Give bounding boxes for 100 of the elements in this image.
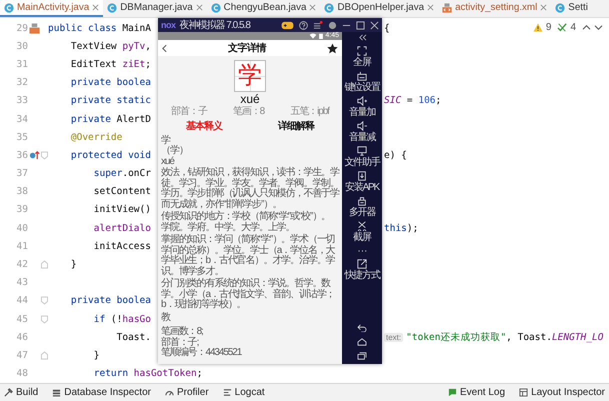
code-line: alertDialo [92, 222, 151, 234]
monitor-icon [356, 146, 367, 156]
fullscreen-icon [356, 46, 367, 56]
page-title: 文字详情 [228, 41, 266, 55]
layout-file-icon [442, 2, 452, 12]
tool-window-button[interactable]: Event Log [448, 387, 506, 398]
volume-up-icon [357, 96, 367, 106]
editor-tab[interactable]: MainActivity.java [0, 0, 104, 17]
sidebar-tool[interactable]: 全屏 [353, 46, 371, 68]
code-line: } [70, 259, 77, 270]
home-icon[interactable] [357, 338, 367, 346]
sidebar-tool[interactable]: 快捷方式 [344, 259, 380, 281]
sidebar-tool[interactable]: 安装APK [344, 171, 379, 193]
download-icon [356, 171, 367, 181]
fold-marker-icon[interactable] [41, 296, 48, 306]
maximize-icon[interactable] [356, 20, 365, 30]
code-line: } [92, 350, 100, 361]
definition-tab[interactable]: 详细解释 [278, 122, 314, 132]
code-line: protected void [70, 150, 151, 161]
scissors-icon [356, 221, 367, 231]
gamepad-icon[interactable] [281, 20, 294, 30]
line-number: 32 [16, 77, 28, 88]
fold-marker-icon[interactable] [41, 150, 48, 160]
sidebar-tool[interactable]: 多开器 [348, 196, 376, 218]
editor-tab[interactable]: DBManager.java [103, 0, 207, 17]
line-number: 39 [16, 204, 28, 216]
line-number: 41 [16, 240, 28, 252]
definition-paragraph: 传授知识的地方：学校（简称“学”或“校”）。学院。学府。中学。大学。上学。 [161, 212, 332, 233]
emulator-title: 夜神模拟器 7.0.5.8 [180, 18, 250, 32]
code-line: @Override [70, 132, 122, 143]
check-icon[interactable] [557, 23, 568, 32]
warning-icon[interactable] [532, 23, 543, 32]
tool-window-button[interactable]: Profiler [164, 387, 209, 398]
fold-marker-icon[interactable] [41, 314, 48, 324]
recent-apps-icon[interactable] [357, 352, 367, 360]
code-line: private AlertD [70, 114, 151, 125]
layout-inspector-icon [519, 388, 528, 398]
code-line: initAccess [92, 240, 151, 252]
database-icon [52, 388, 62, 398]
line-number: 45 [16, 314, 28, 325]
star-icon[interactable] [327, 42, 338, 54]
definition-tab[interactable]: 基本释义 [186, 122, 222, 132]
code-line: this); [384, 222, 418, 234]
record-icon[interactable] [328, 20, 337, 30]
line-number: 30 [16, 40, 28, 52]
pinyin: xué [240, 93, 260, 106]
code-line: private boolea [70, 295, 151, 306]
code-line: TextView pyTv, [70, 40, 151, 52]
line-number: 48 [16, 368, 28, 380]
editor-tab[interactable]: Setti [551, 0, 592, 17]
stroke-info: 笔顺编号：44345521 [161, 348, 243, 358]
line-number: 47 [16, 350, 28, 361]
sidebar-tool[interactable]: 音量减 [348, 121, 376, 143]
code-line: public class MainA [48, 22, 151, 34]
collapse-icon[interactable] [358, 34, 366, 41]
sidebar-tool[interactable]: 文件助手 [344, 146, 380, 168]
editor-tab[interactable]: activity_setting.xml [438, 0, 552, 17]
definition-line: xué [161, 156, 176, 166]
editor-tab[interactable]: ChengyuBean.java [206, 0, 320, 17]
back-icon[interactable] [162, 44, 167, 52]
up-chevron-icon[interactable] [582, 24, 591, 31]
character-info: 部首：子 [171, 107, 207, 118]
override-marker-icon[interactable] [29, 150, 40, 161]
class-file-icon [324, 2, 334, 12]
character-info: 五笔：ipbf [290, 107, 329, 118]
logcat-icon [222, 388, 232, 398]
fold-marker-icon[interactable] [41, 260, 48, 270]
line-number: 33 [16, 95, 28, 106]
layout-file-icon[interactable] [29, 22, 40, 34]
code-line: if (!hasGo [92, 314, 151, 325]
code-line: super.onCr [92, 168, 151, 180]
code-line: { [384, 22, 390, 34]
definition-paragraph: 效法，钻研知识，获得知识，读书：学生。学徒。学习。学业。学友。学者。学阀。学制。学历。学步邯郸（讥讽人只知模仿，不善于学而无成就，亦作“邯郸学步”）。 [161, 168, 339, 210]
profiler-icon [164, 388, 174, 398]
sidebar-tool[interactable]: 音量加 [348, 96, 376, 118]
tool-window-button[interactable]: Logcat [222, 387, 265, 398]
down-chevron-icon[interactable] [594, 24, 603, 31]
build-icon [4, 388, 13, 398]
help-icon[interactable] [299, 20, 308, 30]
sidebar-tool[interactable]: 键位设置 [344, 71, 380, 93]
code-line: EditText ziEt; [70, 58, 151, 70]
tool-window-button[interactable]: Database Inspector [52, 387, 151, 398]
editor-tab[interactable]: DBOpenHelper.java [320, 0, 438, 17]
class-file-icon [210, 2, 221, 12]
code-line: Toast. [116, 332, 151, 343]
event-log-icon [448, 388, 458, 398]
line-number: 42 [16, 259, 28, 270]
tool-window-button[interactable]: Layout Inspector [519, 387, 605, 398]
sidebar-tool[interactable]: 截屏 [353, 221, 371, 243]
close-icon[interactable] [370, 20, 379, 30]
external-link-icon [356, 259, 367, 269]
stroke-info: 笔画数：8; [161, 327, 204, 337]
menu-icon[interactable] [313, 20, 323, 30]
code-line: text: "token还未成功获取", Toast.LENGTH_LO [384, 330, 604, 344]
definition-line: 教 [161, 312, 172, 323]
definition-line: 学 [161, 136, 170, 146]
code-line: initView() [92, 204, 151, 216]
fold-marker-icon[interactable] [41, 350, 48, 360]
line-number: 31 [16, 58, 28, 70]
tool-window-button[interactable]: Build [4, 387, 38, 398]
